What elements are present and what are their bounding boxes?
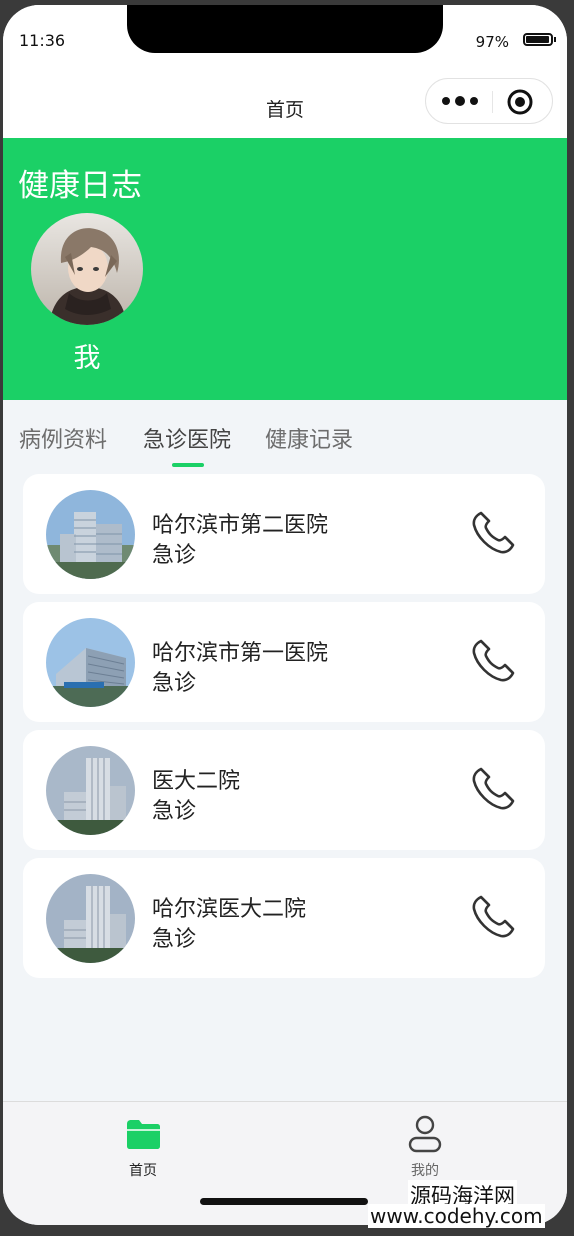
battery-icon (523, 33, 556, 46)
hospital-card[interactable]: 哈尔滨市第一医院 急诊 (23, 602, 545, 722)
phone-screen: 11:36 97% 首页 健康日志 我 病例资料 急诊医院 健康记录 哈尔滨市第… (3, 5, 567, 1225)
hospital-type: 急诊 (152, 799, 197, 824)
hospital-name: 哈尔滨市第一医院 (152, 641, 329, 666)
more-icon[interactable] (440, 92, 480, 110)
battery-percent: 97% (475, 33, 509, 51)
notch (127, 5, 443, 53)
tabbar-mine[interactable]: 我的 (385, 1114, 465, 1180)
capsule-divider (492, 91, 493, 113)
folder-icon (127, 1120, 160, 1149)
tab-health-records[interactable]: 健康记录 (265, 422, 353, 454)
status-time: 11:36 (19, 31, 66, 50)
hospital-type: 急诊 (152, 927, 197, 952)
phone-icon[interactable] (467, 507, 519, 559)
close-icon[interactable] (506, 88, 534, 116)
hospital-type: 急诊 (152, 671, 197, 696)
header-title: 健康日志 (18, 168, 142, 204)
avatar-image (31, 213, 143, 325)
mini-program-capsule (425, 78, 553, 124)
profile-header: 健康日志 我 (3, 138, 567, 400)
watermark-url: www.codehy.com (368, 1204, 545, 1228)
person-icon (408, 1115, 442, 1153)
hospital-type: 急诊 (152, 543, 197, 568)
tab-bar: 病例资料 急诊医院 健康记录 (3, 400, 567, 470)
active-tab-indicator (172, 463, 204, 467)
status-bar: 11:36 97% (3, 5, 567, 75)
hospital-card[interactable]: 哈尔滨医大二院 急诊 (23, 858, 545, 978)
phone-icon[interactable] (467, 635, 519, 687)
phone-icon[interactable] (467, 891, 519, 943)
hospital-image (46, 746, 135, 835)
hospital-image (46, 618, 135, 707)
phone-icon[interactable] (467, 763, 519, 815)
hospital-name: 哈尔滨市第二医院 (152, 513, 329, 538)
hospital-card[interactable]: 哈尔滨市第二医院 急诊 (23, 474, 545, 594)
tab-emergency-hospitals[interactable]: 急诊医院 (143, 422, 231, 454)
tab-medical-records[interactable]: 病例资料 (19, 422, 107, 454)
hospital-name: 哈尔滨医大二院 (152, 897, 307, 922)
tabbar-home-label: 首页 (129, 1163, 157, 1179)
tabbar-mine-label: 我的 (411, 1163, 439, 1179)
home-indicator (200, 1198, 368, 1205)
nav-bar: 首页 (3, 75, 567, 138)
hospital-name: 医大二院 (152, 769, 241, 794)
avatar[interactable] (31, 213, 143, 325)
tabbar-home[interactable]: 首页 (103, 1114, 183, 1180)
hospital-image (46, 874, 135, 963)
user-name: 我 (73, 343, 101, 374)
hospital-image (46, 490, 135, 579)
hospital-card[interactable]: 医大二院 急诊 (23, 730, 545, 850)
